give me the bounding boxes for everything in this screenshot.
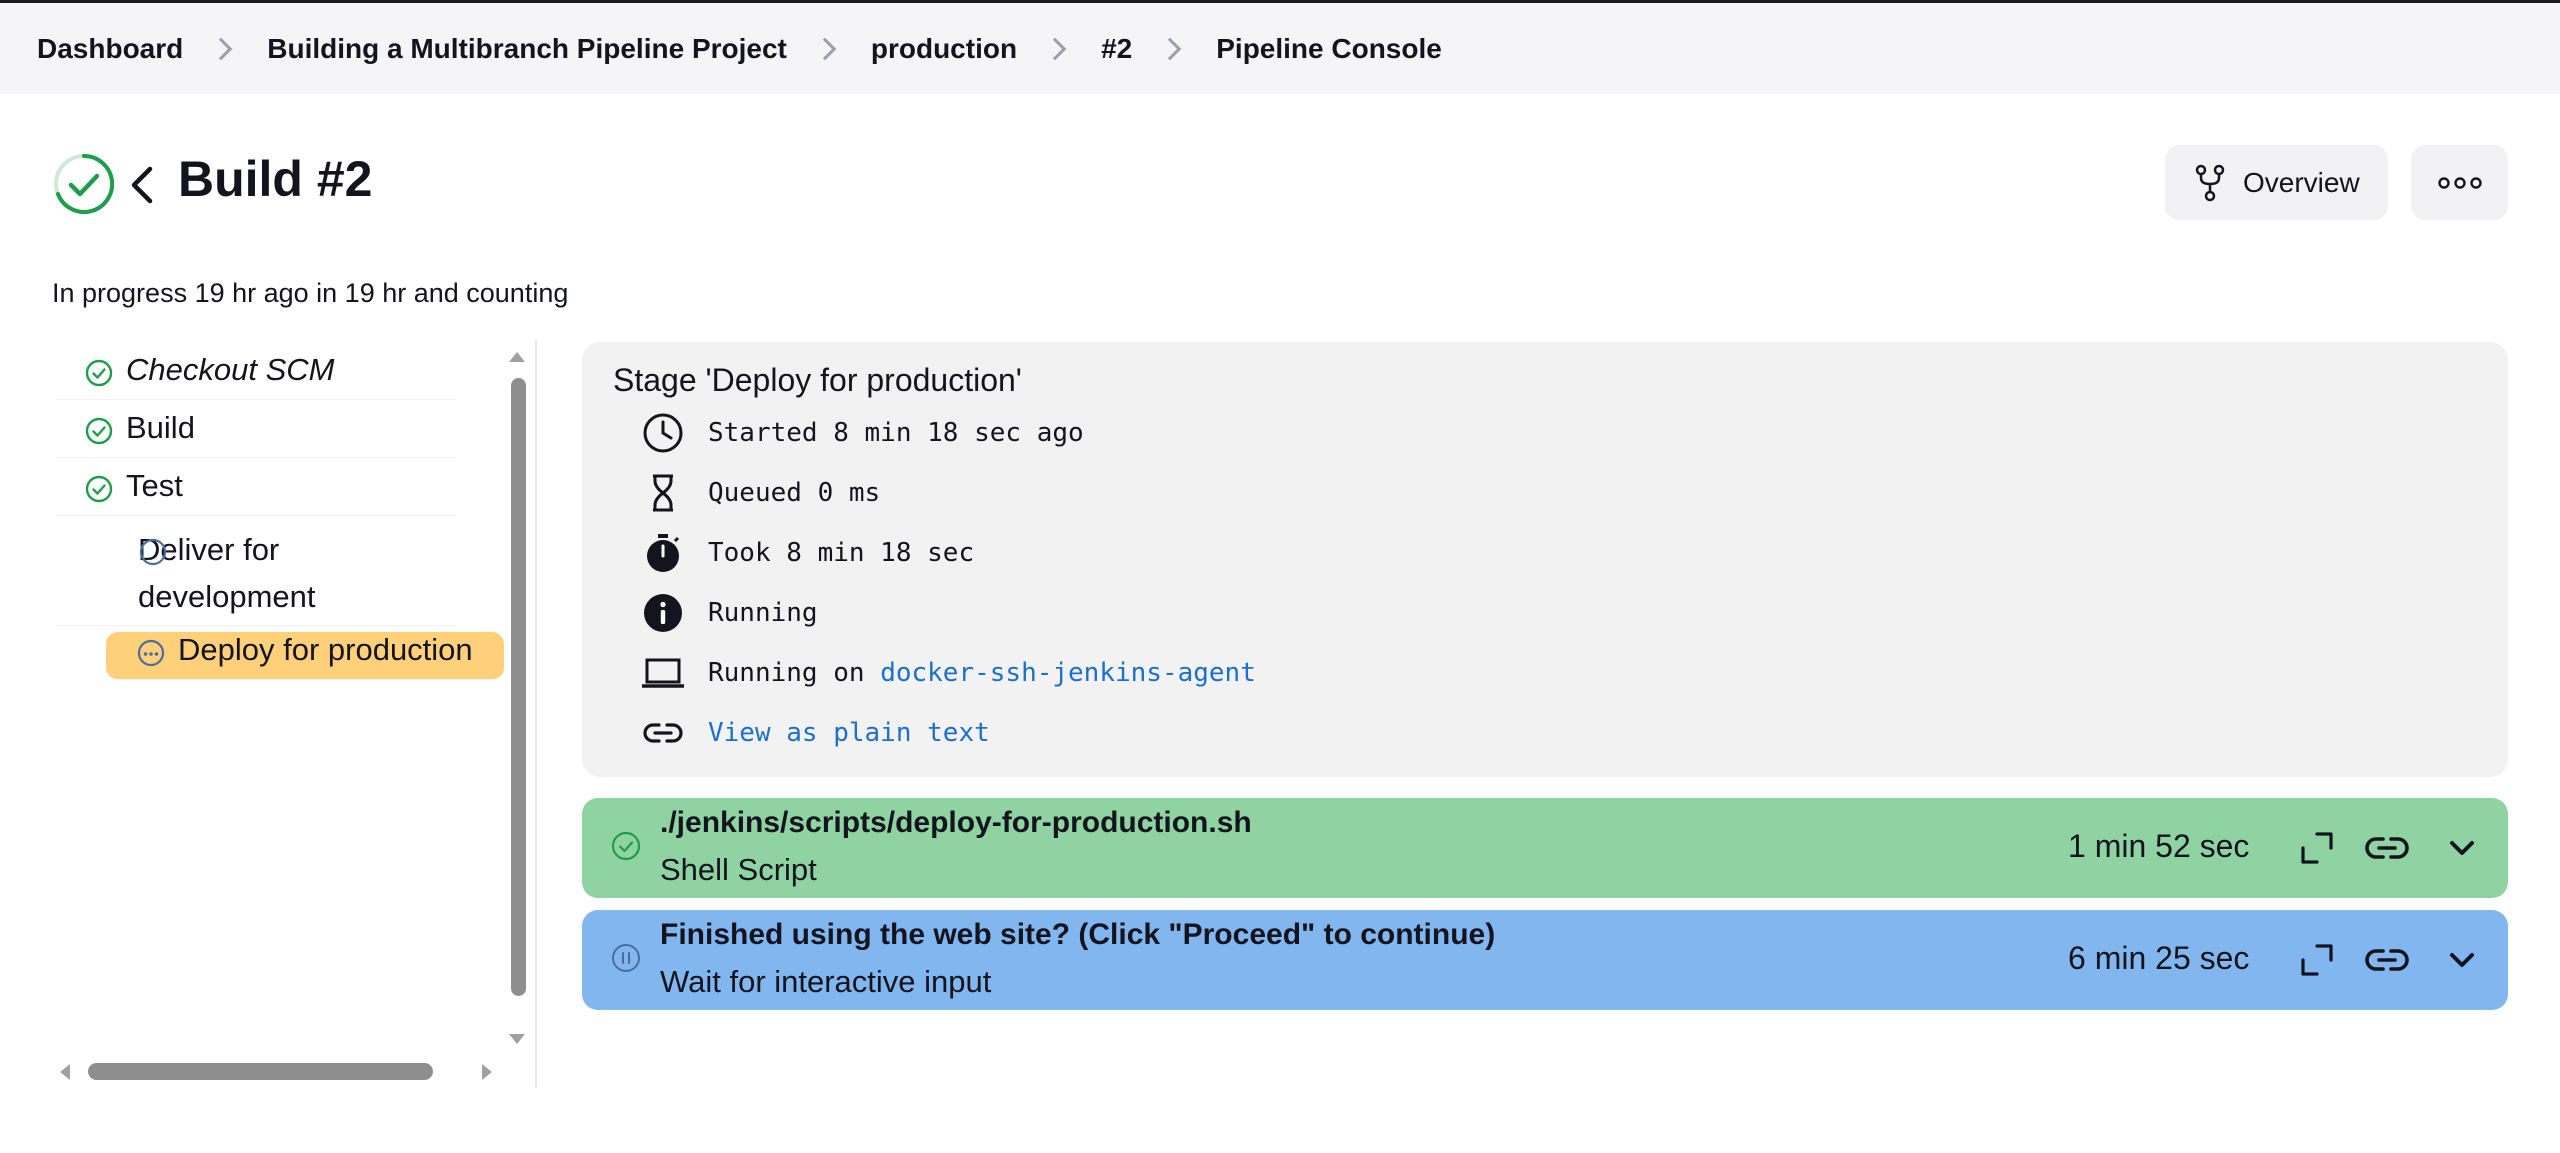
stage-item-checkout-scm[interactable]: Checkout SCM <box>56 352 456 400</box>
expand-icon[interactable] <box>2297 828 2337 868</box>
scroll-left-arrow[interactable] <box>60 1064 70 1080</box>
agent-link[interactable]: docker-ssh-jenkins-agent <box>880 658 1256 688</box>
chevron-down-icon[interactable] <box>2444 942 2480 978</box>
hourglass-icon <box>653 474 673 512</box>
took-text: Took 8 min 18 sec <box>708 538 975 568</box>
vertical-scrollbar[interactable] <box>511 378 526 996</box>
check-circle-icon <box>85 359 113 387</box>
stage-label: Build <box>126 410 195 445</box>
info-icon <box>644 594 682 632</box>
build-status-text: In progress 19 hr ago in 19 hr and count… <box>52 278 569 308</box>
breadcrumb-branch[interactable]: production <box>871 33 1017 65</box>
breadcrumb-project[interactable]: Building a Multibranch Pipeline Project <box>267 33 787 65</box>
breadcrumb: Dashboard Building a Multibranch Pipelin… <box>37 33 1442 65</box>
scroll-right-arrow[interactable] <box>482 1064 492 1080</box>
stage-label: Deliver for development <box>138 532 316 614</box>
stage-label: Test <box>126 468 183 503</box>
ellipsis-icon <box>2437 176 2482 189</box>
stopwatch-icon <box>647 534 680 572</box>
step-type: Wait for interactive input <box>660 964 992 999</box>
started-text: Started 8 min 18 sec ago <box>708 418 1084 448</box>
empty-circle-icon <box>139 538 167 566</box>
stage-item-deploy-for-production[interactable]: Deploy for production <box>106 632 504 680</box>
horizontal-scrollbar[interactable] <box>88 1063 433 1080</box>
started-row: Started 8 min 18 sec ago <box>640 410 1084 456</box>
step-type: Shell Script <box>660 852 817 887</box>
stage-item-test[interactable]: Test <box>56 468 456 516</box>
took-row: Took 8 min 18 sec <box>640 530 974 576</box>
overview-button[interactable]: Overview <box>2165 145 2388 220</box>
scroll-down-arrow[interactable] <box>509 1034 525 1044</box>
breadcrumb-separator-icon <box>813 37 837 61</box>
queued-text: Queued 0 ms <box>708 478 881 508</box>
breadcrumb-build[interactable]: #2 <box>1101 33 1132 65</box>
back-icon[interactable] <box>126 163 160 207</box>
laptop-icon <box>642 658 684 688</box>
breadcrumb-separator-icon <box>209 37 233 61</box>
breadcrumb-bar: Dashboard Building a Multibranch Pipelin… <box>0 0 2560 94</box>
check-circle-icon <box>85 475 113 503</box>
breadcrumb-pipeline-console[interactable]: Pipeline Console <box>1216 33 1442 65</box>
scroll-up-arrow[interactable] <box>509 352 525 362</box>
step-duration: 6 min 25 sec <box>2068 940 2250 976</box>
running-circle-icon <box>137 639 165 667</box>
more-actions-button[interactable] <box>2411 145 2508 220</box>
view-plain-text-link[interactable]: View as plain text <box>708 718 990 748</box>
link-icon[interactable] <box>2364 940 2410 980</box>
stage-item-deliver-for-development[interactable]: Deliver for development <box>56 526 456 626</box>
page-title: Build #2 <box>178 151 373 207</box>
panel-divider <box>535 340 537 1088</box>
link-icon <box>643 723 683 743</box>
running-on-prefix: Running on <box>708 658 881 688</box>
expand-icon[interactable] <box>2297 940 2337 980</box>
step-title: Finished using the web site? (Click "Pro… <box>660 918 1496 951</box>
chevron-down-icon[interactable] <box>2444 830 2480 866</box>
pause-circle-icon <box>612 944 640 972</box>
check-circle-icon <box>54 153 115 214</box>
link-icon[interactable] <box>2364 828 2410 868</box>
step-row-interactive-input[interactable]: Finished using the web site? (Click "Pro… <box>582 910 2508 1010</box>
stage-item-build[interactable]: Build <box>56 410 456 458</box>
state-text: Running <box>708 598 818 628</box>
clock-icon <box>643 413 683 453</box>
state-row: Running <box>640 590 818 636</box>
queued-row: Queued 0 ms <box>640 470 880 516</box>
stage-label: Deploy for production <box>178 632 473 667</box>
check-circle-icon <box>85 417 113 445</box>
plain-text-row: View as plain text <box>640 710 990 756</box>
step-duration: 1 min 52 sec <box>2068 828 2250 864</box>
overview-label: Overview <box>2243 166 2360 198</box>
step-title: ./jenkins/scripts/deploy-for-production.… <box>660 806 1252 839</box>
check-circle-icon <box>611 831 641 861</box>
breadcrumb-separator-icon <box>1158 37 1182 61</box>
breadcrumb-separator-icon <box>1043 37 1067 61</box>
stage-label: Checkout SCM <box>126 352 335 387</box>
running-on-row: Running on docker-ssh-jenkins-agent <box>640 650 1256 696</box>
stage-details-title: Stage 'Deploy for production' <box>613 362 1022 398</box>
breadcrumb-dashboard[interactable]: Dashboard <box>37 33 183 65</box>
fork-icon <box>2195 164 2225 201</box>
step-row-shell-script[interactable]: ./jenkins/scripts/deploy-for-production.… <box>582 798 2508 898</box>
